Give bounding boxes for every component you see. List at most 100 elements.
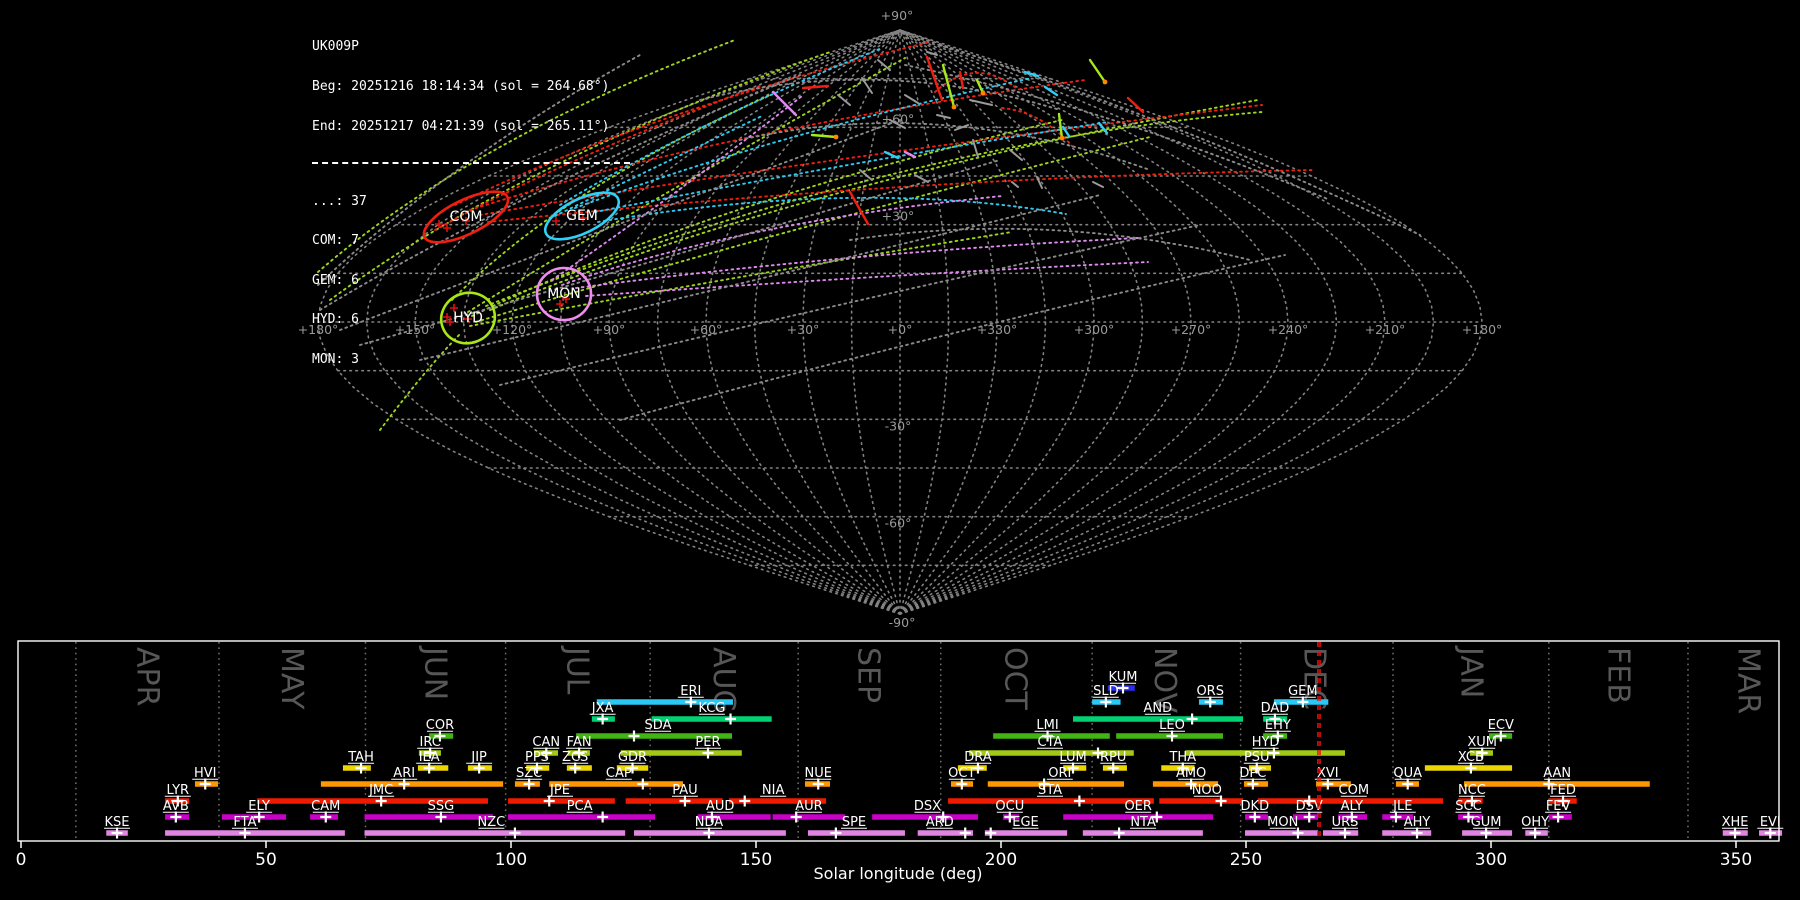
x-tick-label: 250 xyxy=(1230,850,1262,870)
shower-bars: KUMERI SLD ORS GEMJXA KCG AND DADCOR SDA LMI LEO E… xyxy=(104,670,1784,839)
grid-label: +270° xyxy=(1171,322,1212,337)
grid-label: +60° xyxy=(690,322,723,337)
shower-jxa: JXA xyxy=(589,701,616,725)
meteor-monitor-page: { "header": { "station": "UK009P", "beg"… xyxy=(0,0,1800,900)
month-label: FEB xyxy=(1600,647,1635,704)
x-tick-label: 150 xyxy=(740,850,772,870)
activity-chart: APR MAY JUN JUL AUG SEP OCT NOV DEC JAN FEB MARKUME… xyxy=(16,640,1784,883)
shower-dpc: DPC xyxy=(1239,766,1269,790)
gray-meteor-streak xyxy=(1011,181,1019,188)
shower-ohy: OHY xyxy=(1521,815,1549,839)
activity-bar xyxy=(165,830,345,836)
activity-bar xyxy=(1073,716,1244,722)
grid-label: +210° xyxy=(1365,322,1406,337)
meteor-streak xyxy=(1088,58,1107,84)
x-tick-label: 50 xyxy=(255,850,277,870)
count-com: COM: 7 xyxy=(312,233,359,249)
grid-label: -30° xyxy=(885,418,912,433)
gray-meteor-streak xyxy=(1092,181,1104,188)
shower-ors: ORS xyxy=(1196,684,1224,708)
month-label: SEP xyxy=(851,647,886,703)
month-label: JUL xyxy=(560,645,595,695)
x-tick-label: 100 xyxy=(495,850,527,870)
shower-oct: OCT xyxy=(948,766,975,790)
shower-hvi: HVI xyxy=(192,766,219,790)
shower-qua: QUA xyxy=(1393,766,1422,790)
peak-marker xyxy=(1073,795,1085,807)
meteor-streak xyxy=(1023,70,1040,78)
shower-sld: SLD xyxy=(1092,684,1121,708)
meteor-trail xyxy=(904,64,1331,201)
count-mon: MON: 3 xyxy=(312,352,359,368)
x-axis: 0 50 100 150 200 250 300 350 Solar longitude (de… xyxy=(16,841,1752,883)
grid-label: +90° xyxy=(881,8,914,23)
shower-zcs: ZCS xyxy=(562,750,592,774)
meteor-streak xyxy=(848,190,870,226)
activity-bar xyxy=(772,814,846,820)
x-tick-label: 300 xyxy=(1475,850,1507,870)
activity-bar xyxy=(807,830,905,836)
peak-marker xyxy=(985,827,997,839)
x-tick-label: 0 xyxy=(16,850,27,870)
peak-marker xyxy=(959,827,971,839)
session-header: UK009P Beg: 20251216 18:14:34 (sol = 264… xyxy=(312,14,630,379)
peak-marker xyxy=(1113,827,1125,839)
x-axis-title: Solar longitude (deg) xyxy=(814,864,983,883)
gray-meteor-streak xyxy=(859,169,873,181)
shower-urs: URS xyxy=(1322,815,1358,839)
gray-meteor-streak xyxy=(904,94,919,104)
meteor-trail xyxy=(575,237,1139,289)
session-begin: Beg: 20251216 18:14:34 (sol = 264.68°) xyxy=(312,79,610,95)
peak-marker xyxy=(628,730,640,742)
peak-marker xyxy=(509,827,521,839)
activity-bar xyxy=(1159,798,1244,804)
month-label: JUN xyxy=(418,645,453,700)
x-tick-label: 200 xyxy=(985,850,1017,870)
activity-bar xyxy=(508,814,656,820)
meteor-streak xyxy=(958,70,965,90)
count-total: ...: 37 xyxy=(312,193,367,209)
meteor-streak-tip xyxy=(833,134,839,140)
month-label: APR xyxy=(129,647,164,706)
shower-xhe: XHE xyxy=(1722,815,1748,839)
meteor-trail xyxy=(849,227,1251,261)
meteor-streak xyxy=(810,133,838,139)
station-id: UK009P xyxy=(312,39,359,55)
sky-map-and-activity-chart: COM GEMHYDMON+90°-90°+60°+30°-30°-60°+180… xyxy=(16,8,1784,883)
shower-avb: AVB xyxy=(162,799,190,823)
meteor-streak-tip xyxy=(980,90,986,96)
activity-bar xyxy=(508,798,615,804)
gray-meteor-streak xyxy=(969,99,993,106)
grid-label: -60° xyxy=(885,516,912,531)
grid-label: +180° xyxy=(1462,322,1503,337)
activity-bar xyxy=(1245,830,1319,836)
shower-nue: NUE xyxy=(804,766,832,790)
shower-kse: KSE xyxy=(104,815,131,839)
session-end: End: 20251217 04:21:39 (sol = 265.11°) xyxy=(312,118,610,134)
meteor-streak xyxy=(903,150,917,159)
month-label: JAN xyxy=(1453,645,1488,698)
shower-iea: IEA xyxy=(416,750,449,774)
grid-label: +30° xyxy=(882,209,915,224)
header-separator xyxy=(312,162,630,165)
shower-cam: CAM xyxy=(310,799,340,823)
meteor-streak-tip xyxy=(1102,79,1108,85)
activity-bar xyxy=(984,830,1068,836)
grid-label: +30° xyxy=(787,322,820,337)
shower-fev: FEV xyxy=(1545,799,1572,823)
activity-bar xyxy=(364,830,626,836)
shower-jip: JIP xyxy=(466,750,493,774)
shower-ege: EGE xyxy=(984,815,1068,839)
shower-tah: TAH xyxy=(342,750,375,774)
activity-bar xyxy=(1382,830,1432,836)
gray-meteor-streak xyxy=(837,94,851,106)
grid-label: +300° xyxy=(1074,322,1115,337)
grid-label: -90° xyxy=(889,615,916,630)
shower-dkd: DKD xyxy=(1241,799,1269,823)
peak-marker xyxy=(725,713,737,725)
grid-label: +0° xyxy=(888,322,913,337)
peak-marker xyxy=(830,827,842,839)
meteor-trail xyxy=(585,261,1149,297)
activity-bar xyxy=(320,781,504,787)
count-hyd: HYD: 6 xyxy=(312,312,359,328)
